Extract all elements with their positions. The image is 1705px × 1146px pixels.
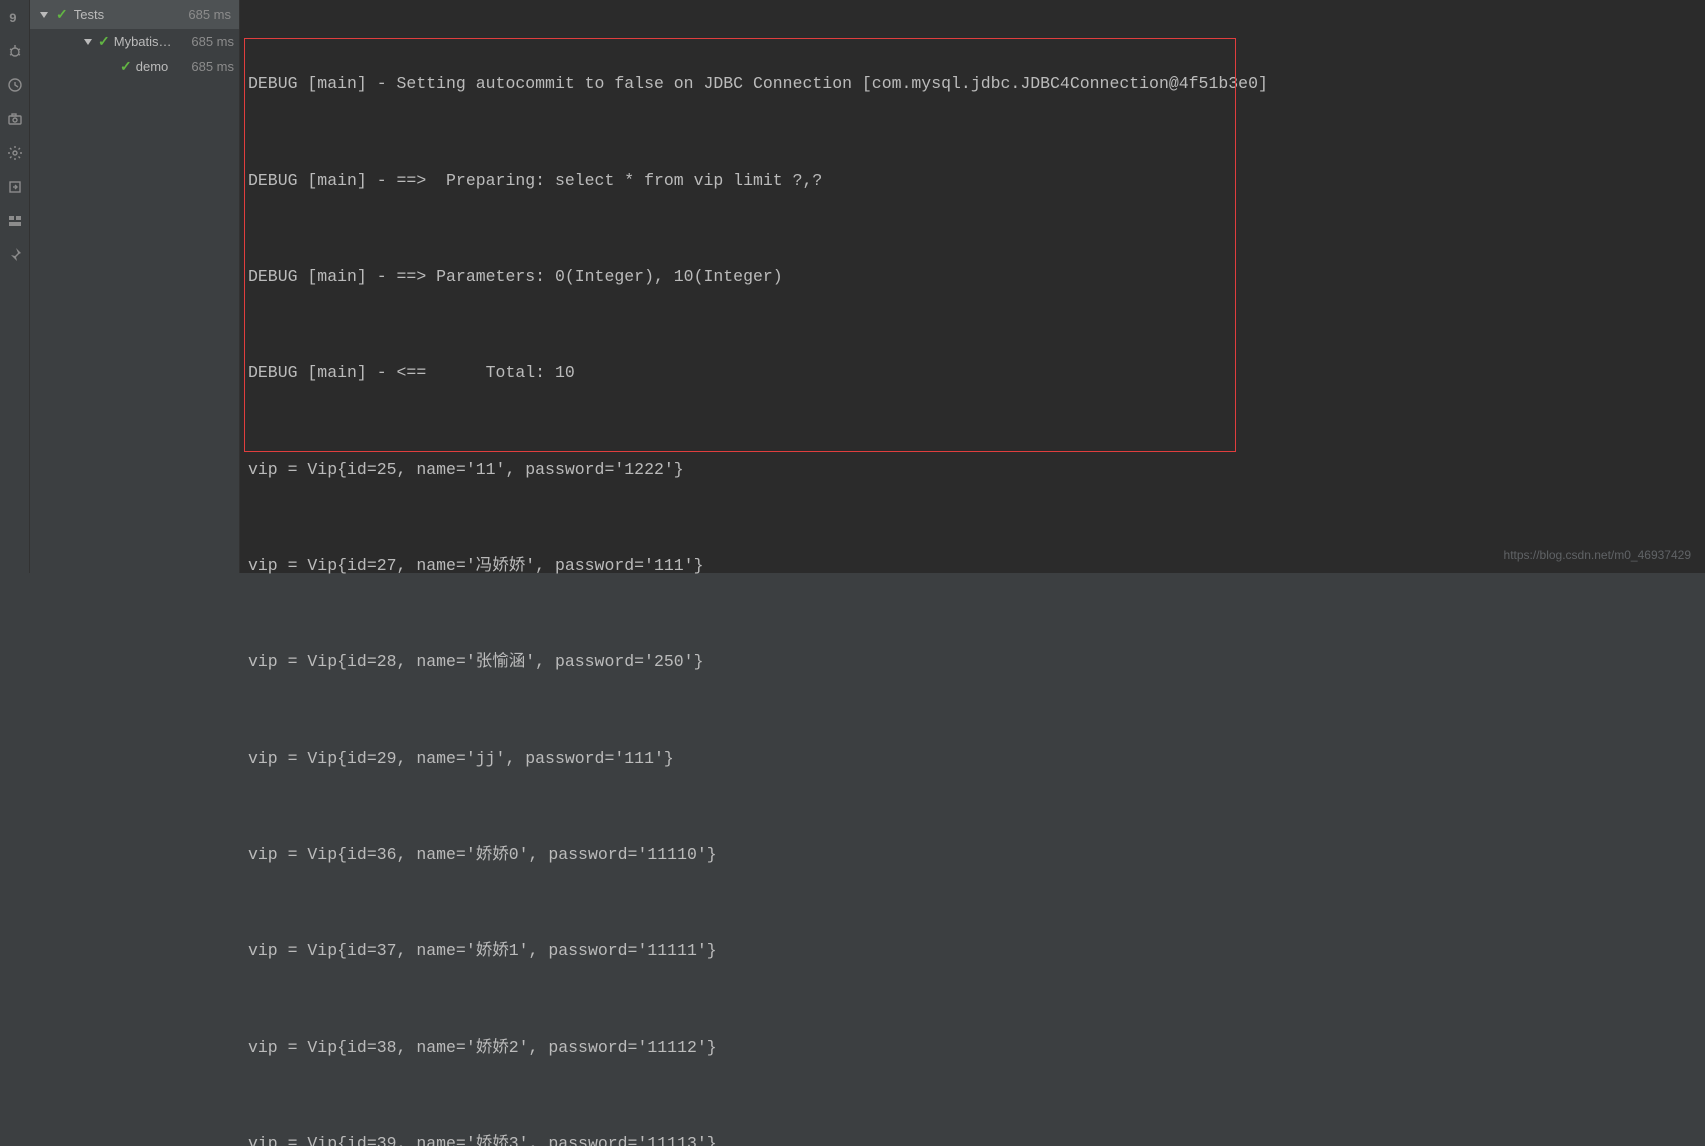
debug-icon[interactable]: [6, 42, 24, 60]
console-line: vip = Vip{id=37, name='娇娇1', password='1…: [248, 935, 1697, 967]
chevron-down-icon[interactable]: [82, 36, 94, 48]
console-line: DEBUG [main] - Setting autocommit to fal…: [248, 68, 1697, 100]
test-tree-panel: ✓ Tests 685 ms ✓ MybatisCacheTest 685 ms…: [30, 0, 240, 573]
gear-icon[interactable]: [6, 144, 24, 162]
chevron-down-icon[interactable]: [38, 9, 50, 21]
console-line: vip = Vip{id=25, name='11', password='12…: [248, 454, 1697, 486]
pin-icon[interactable]: [6, 246, 24, 264]
console-output[interactable]: DEBUG [main] - Setting autocommit to fal…: [240, 0, 1705, 573]
watermark: https://blog.csdn.net/m0_46937429: [1504, 544, 1691, 567]
camera-icon[interactable]: [6, 110, 24, 128]
layout-icon[interactable]: [6, 212, 24, 230]
console-line: vip = Vip{id=29, name='jj', password='11…: [248, 743, 1697, 775]
console-line: DEBUG [main] - ==> Parameters: 0(Integer…: [248, 261, 1697, 293]
check-icon: ✓: [98, 33, 110, 50]
history-icon[interactable]: [6, 76, 24, 94]
test-node-label: demo: [136, 59, 169, 74]
console-line: DEBUG [main] - <== Total: 10: [248, 357, 1697, 389]
test-node-duration: 685 ms: [191, 59, 239, 74]
rerun-icon[interactable]: 9: [6, 8, 24, 26]
svg-text:9: 9: [9, 11, 17, 25]
console-line: vip = Vip{id=38, name='娇娇2', password='1…: [248, 1032, 1697, 1064]
console-line: vip = Vip{id=39, name='娇娇3', password='1…: [248, 1128, 1697, 1146]
test-node-duration: 685 ms: [191, 34, 239, 49]
console-line: vip = Vip{id=27, name='冯娇娇', password='1…: [248, 550, 1697, 582]
console-line: DEBUG [main] - ==> Preparing: select * f…: [248, 165, 1697, 197]
test-node-label: MybatisCacheTest: [114, 34, 176, 49]
export-icon[interactable]: [6, 178, 24, 196]
check-icon: ✓: [120, 58, 132, 75]
console-line: vip = Vip{id=36, name='娇娇0', password='1…: [248, 839, 1697, 871]
test-tree-node[interactable]: ✓ MybatisCacheTest 685 ms: [30, 29, 239, 54]
tests-header[interactable]: ✓ Tests 685 ms: [30, 0, 239, 29]
tests-header-label: Tests: [74, 7, 104, 22]
tool-icon-bar: 9: [0, 0, 30, 573]
test-tree-node[interactable]: ✓ demo 685 ms: [30, 54, 239, 79]
tests-header-duration: 685 ms: [188, 7, 231, 22]
check-icon: ✓: [56, 6, 68, 23]
console-line: vip = Vip{id=28, name='张愉涵', password='2…: [248, 646, 1697, 678]
